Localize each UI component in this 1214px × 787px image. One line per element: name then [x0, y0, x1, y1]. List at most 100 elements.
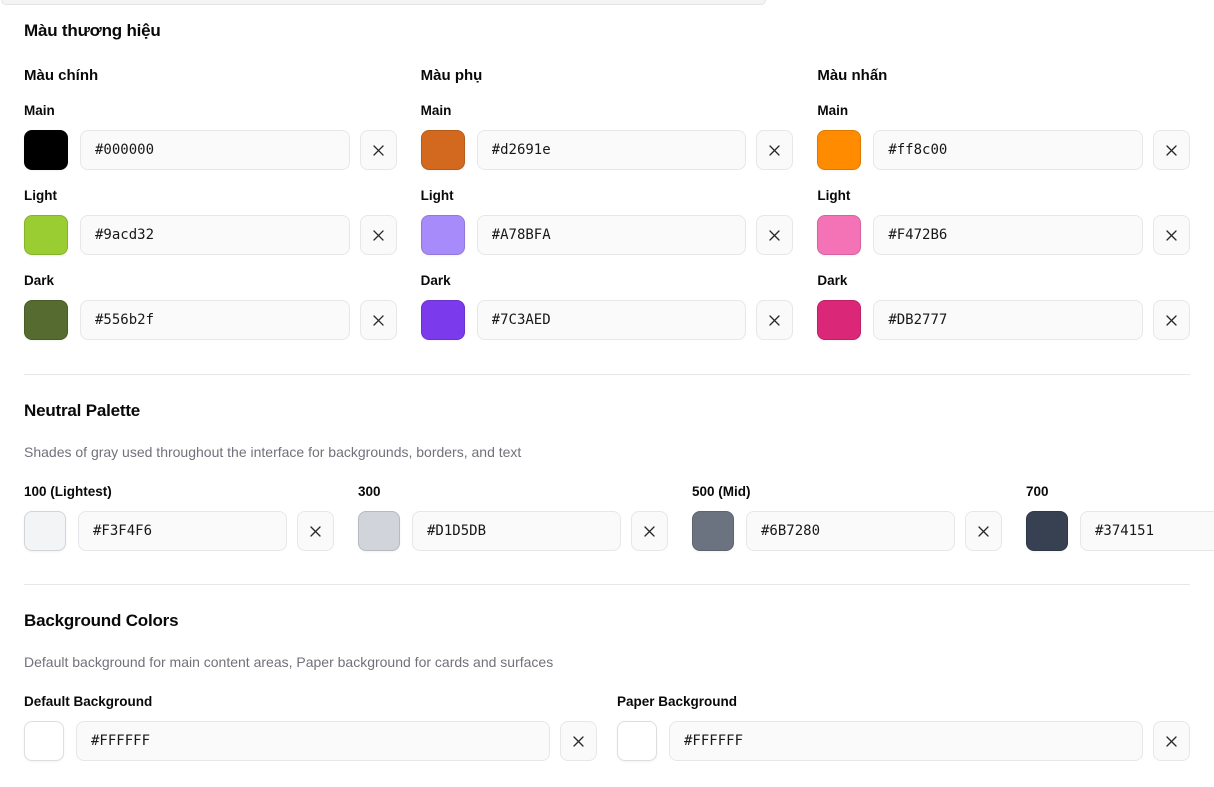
- neutral-palette-subtitle: Shades of gray used throughout the inter…: [24, 444, 1190, 460]
- primary-color-group: Màu chính Main Light: [24, 66, 397, 340]
- color-field-row: [817, 215, 1190, 255]
- accent-color-group: Màu nhấn Main Light: [817, 66, 1190, 340]
- section-divider: [24, 584, 1190, 585]
- color-swatch[interactable]: [24, 511, 66, 551]
- hex-input[interactable]: [80, 130, 350, 170]
- clear-color-button[interactable]: [756, 130, 793, 170]
- close-icon: [767, 313, 782, 328]
- close-icon: [371, 313, 386, 328]
- hex-input[interactable]: [76, 721, 550, 761]
- hex-input[interactable]: [477, 215, 747, 255]
- primary-group-title: Màu chính: [24, 66, 397, 85]
- color-swatch[interactable]: [1026, 511, 1068, 551]
- hex-input[interactable]: [80, 300, 350, 340]
- hex-input[interactable]: [746, 511, 955, 551]
- color-swatch[interactable]: [817, 130, 861, 170]
- color-field-row: [1026, 511, 1214, 551]
- color-swatch[interactable]: [692, 511, 734, 551]
- clear-color-button[interactable]: [1153, 215, 1190, 255]
- close-icon: [1164, 313, 1179, 328]
- secondary-group-title: Màu phụ: [421, 66, 794, 85]
- background-colors-grid: Default Background Paper Background: [24, 694, 1190, 761]
- clear-color-button[interactable]: [631, 511, 668, 551]
- color-field-label: 100 (Lightest): [24, 484, 334, 500]
- color-swatch[interactable]: [421, 300, 465, 340]
- hex-input[interactable]: [873, 215, 1143, 255]
- clear-color-button[interactable]: [965, 511, 1002, 551]
- color-swatch[interactable]: [24, 721, 64, 761]
- hex-input[interactable]: [78, 511, 287, 551]
- close-icon: [1164, 143, 1179, 158]
- color-field-row: [24, 300, 397, 340]
- close-icon: [571, 734, 586, 749]
- clear-color-button[interactable]: [560, 721, 597, 761]
- clear-color-button[interactable]: [1153, 721, 1190, 761]
- primary-dark-field: Dark: [24, 273, 397, 340]
- clear-color-button[interactable]: [297, 511, 334, 551]
- color-field-row: [24, 130, 397, 170]
- hex-input[interactable]: [80, 215, 350, 255]
- color-field-label: Light: [421, 188, 794, 204]
- close-icon: [371, 228, 386, 243]
- brand-colors-heading: Màu thương hiệu: [24, 20, 1190, 42]
- secondary-dark-field: Dark: [421, 273, 794, 340]
- secondary-main-field: Main: [421, 103, 794, 170]
- color-swatch[interactable]: [24, 300, 68, 340]
- clear-color-button[interactable]: [1153, 300, 1190, 340]
- hex-input[interactable]: [873, 130, 1143, 170]
- color-field-label: 700: [1026, 484, 1214, 500]
- clear-color-button[interactable]: [360, 130, 397, 170]
- secondary-color-group: Màu phụ Main Light: [421, 66, 794, 340]
- color-field-row: [692, 511, 1002, 551]
- hex-input[interactable]: [1080, 511, 1214, 551]
- color-field-row: [24, 511, 334, 551]
- color-field-row: [24, 721, 597, 761]
- neutral-100-field: 100 (Lightest): [24, 484, 334, 551]
- color-field-label: Default Background: [24, 694, 597, 710]
- clear-color-button[interactable]: [756, 215, 793, 255]
- color-field-label: Main: [421, 103, 794, 119]
- background-colors-heading: Background Colors: [24, 610, 1190, 631]
- close-icon: [976, 524, 991, 539]
- neutral-palette-grid: 100 (Lightest) 300 500 (Mid): [24, 484, 1190, 551]
- color-field-label: Main: [24, 103, 397, 119]
- color-field-row: [24, 215, 397, 255]
- color-swatch[interactable]: [817, 215, 861, 255]
- neutral-500-field: 500 (Mid): [692, 484, 1002, 551]
- color-swatch[interactable]: [817, 300, 861, 340]
- color-field-label: Light: [817, 188, 1190, 204]
- neutral-300-field: 300: [358, 484, 668, 551]
- color-swatch[interactable]: [617, 721, 657, 761]
- color-swatch[interactable]: [421, 130, 465, 170]
- color-swatch[interactable]: [24, 215, 68, 255]
- clear-color-button[interactable]: [756, 300, 793, 340]
- primary-main-field: Main: [24, 103, 397, 170]
- color-swatch[interactable]: [358, 511, 400, 551]
- color-field-label: Dark: [817, 273, 1190, 289]
- default-background-field: Default Background: [24, 694, 597, 761]
- close-icon: [1164, 228, 1179, 243]
- hex-input[interactable]: [477, 300, 747, 340]
- hex-input[interactable]: [477, 130, 747, 170]
- hex-input[interactable]: [669, 721, 1143, 761]
- secondary-light-field: Light: [421, 188, 794, 255]
- brand-colors-section: Màu thương hiệu Màu chính Main Light: [24, 20, 1190, 340]
- neutral-palette-heading: Neutral Palette: [24, 400, 1190, 421]
- close-icon: [308, 524, 323, 539]
- theme-colors-page: Màu thương hiệu Màu chính Main Light: [0, 20, 1214, 785]
- background-colors-subtitle: Default background for main content area…: [24, 654, 1190, 670]
- clear-color-button[interactable]: [360, 215, 397, 255]
- color-swatch[interactable]: [421, 215, 465, 255]
- clear-color-button[interactable]: [360, 300, 397, 340]
- color-field-label: Paper Background: [617, 694, 1190, 710]
- hex-input[interactable]: [412, 511, 621, 551]
- color-swatch[interactable]: [24, 130, 68, 170]
- background-colors-section: Background Colors Default background for…: [24, 610, 1190, 761]
- close-icon: [767, 143, 782, 158]
- hex-input[interactable]: [873, 300, 1143, 340]
- paper-background-field: Paper Background: [617, 694, 1190, 761]
- color-field-label: Dark: [24, 273, 397, 289]
- clear-color-button[interactable]: [1153, 130, 1190, 170]
- accent-light-field: Light: [817, 188, 1190, 255]
- accent-group-title: Màu nhấn: [817, 66, 1190, 85]
